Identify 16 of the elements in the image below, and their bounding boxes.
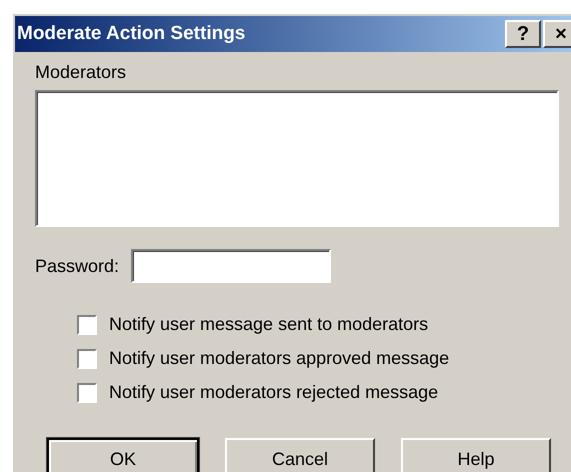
checkbox[interactable]	[77, 314, 97, 334]
window-title: Moderate Action Settings	[17, 22, 246, 46]
checkbox-label: Notify user moderators approved message	[109, 347, 450, 370]
checkbox[interactable]	[77, 348, 97, 368]
cancel-button[interactable]: Cancel	[225, 438, 375, 472]
help-button[interactable]: ?	[505, 20, 541, 48]
moderators-field[interactable]	[35, 90, 559, 227]
checkbox[interactable]	[77, 382, 97, 402]
checkbox-label: Notify user moderators rejected message	[109, 381, 438, 404]
close-button[interactable]: ×	[543, 20, 571, 48]
help-button[interactable]: Help	[401, 438, 551, 472]
password-label: Password:	[35, 254, 120, 278]
ok-button[interactable]: OK	[47, 438, 199, 472]
checkbox-label: Notify user message sent to moderators	[109, 313, 428, 336]
moderators-label: Moderators	[35, 61, 128, 84]
password-field[interactable]	[131, 249, 332, 283]
